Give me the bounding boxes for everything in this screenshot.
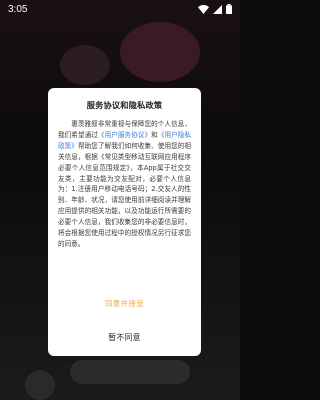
disagree-button[interactable]: 暂不同意 bbox=[48, 332, 201, 343]
status-icons bbox=[198, 4, 232, 14]
wifi-icon bbox=[198, 4, 209, 14]
privacy-dialog: 服务协议和隐私政策 惠羡雅叙非常重视与保障您的个人信息，我们希望通过《用户服务协… bbox=[48, 88, 201, 356]
status-time: 3:05 bbox=[8, 3, 28, 15]
dialog-body: 惠羡雅叙非常重视与保障您的个人信息，我们希望通过《用户服务协议》和《用户隐私政策… bbox=[58, 119, 191, 250]
background-image-blur bbox=[60, 45, 110, 85]
body-text: 帮助您了解我们如何收集、使用您的相关信息，根据《常见类型移动互联网应用程序必要个… bbox=[58, 141, 192, 248]
signal-icon bbox=[213, 4, 222, 14]
status-bar: 3:05 bbox=[0, 0, 240, 18]
dialog-title: 服务协议和隐私政策 bbox=[86, 100, 163, 110]
agree-button[interactable]: 同意并接受 bbox=[48, 298, 201, 309]
background-image-blur bbox=[120, 22, 200, 82]
background-bottom-icon bbox=[25, 370, 55, 400]
background-bottom-bar bbox=[70, 360, 190, 384]
body-text: 和 bbox=[151, 130, 158, 139]
battery-icon bbox=[226, 4, 232, 14]
service-agreement-link[interactable]: 《用户服务协议》 bbox=[98, 131, 151, 139]
